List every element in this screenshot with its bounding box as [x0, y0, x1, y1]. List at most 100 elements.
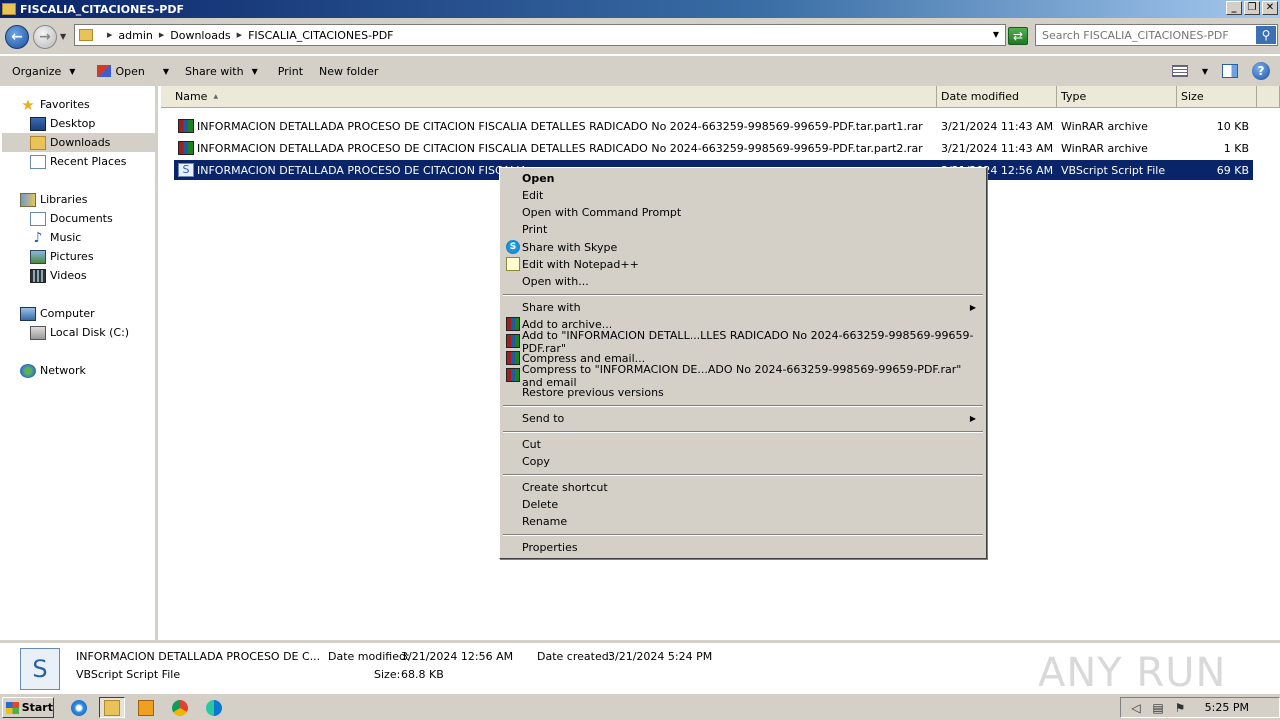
- menu-share-skype[interactable]: S Share with Skype: [502, 239, 984, 256]
- minimize-button[interactable]: _: [1226, 1, 1242, 15]
- close-button[interactable]: ✕: [1262, 1, 1278, 15]
- winrar-icon: [506, 368, 520, 382]
- menu-share-with[interactable]: Share with ▶: [502, 299, 984, 316]
- taskbar-ie[interactable]: [66, 697, 92, 718]
- pictures-icon: [30, 249, 46, 264]
- chevron-down-icon[interactable]: ▼: [1202, 67, 1208, 76]
- nav-documents[interactable]: Documents: [30, 209, 113, 228]
- clock[interactable]: 5:25 PM: [1205, 701, 1249, 714]
- forward-button[interactable]: →: [33, 25, 57, 49]
- open-button[interactable]: Open ▼: [91, 65, 175, 78]
- back-button[interactable]: ←: [5, 25, 29, 49]
- menu-send-to[interactable]: Send to ▶: [502, 410, 984, 427]
- nav-local-disk[interactable]: Local Disk (C:): [30, 323, 129, 342]
- nav-computer-label: Computer: [40, 307, 95, 320]
- nav-downloads[interactable]: Downloads: [2, 133, 156, 152]
- nav-favorites[interactable]: ★ Favorites: [20, 95, 89, 114]
- winrar-icon: [178, 141, 194, 155]
- taskbar-explorer[interactable]: [99, 697, 125, 718]
- taskbar-media-player[interactable]: [133, 697, 159, 718]
- vbscript-large-icon: S: [20, 648, 60, 690]
- folder-icon: [2, 3, 16, 15]
- menu-edit[interactable]: Edit: [502, 187, 984, 204]
- taskbar-chrome[interactable]: [167, 697, 193, 718]
- details-filetype: VBScript Script File: [76, 668, 181, 681]
- help-icon[interactable]: ?: [1252, 62, 1270, 80]
- file-name: INFORMACION DETALLADA PROCESO DE CITACIO…: [197, 141, 923, 155]
- nav-videos[interactable]: Videos: [30, 266, 87, 285]
- menu-copy[interactable]: Copy: [502, 453, 984, 470]
- menu-compress-to-email[interactable]: Compress to "INFORMACION DE...ADO No 202…: [502, 363, 984, 389]
- menu-properties[interactable]: Properties: [502, 539, 984, 556]
- chevron-down-icon[interactable]: ▼: [993, 30, 999, 39]
- nav-network[interactable]: Network: [20, 361, 86, 380]
- file-size: 69 KB: [1216, 163, 1249, 177]
- file-row[interactable]: INFORMACION DETALLADA PROCESO DE CITACIO…: [174, 138, 1253, 158]
- menu-print[interactable]: Print: [502, 221, 984, 238]
- action-center-flag-icon[interactable]: ⚑: [1173, 701, 1187, 715]
- nav-recent-places-label: Recent Places: [50, 155, 127, 168]
- taskbar-edge[interactable]: [201, 697, 227, 718]
- nav-music[interactable]: ♪ Music: [30, 228, 82, 247]
- recent-places-icon: [30, 154, 46, 169]
- refresh-button[interactable]: ⇄: [1008, 27, 1028, 45]
- menu-edit-npp[interactable]: Edit with Notepad++: [502, 256, 984, 273]
- nav-desktop[interactable]: Desktop: [30, 114, 95, 133]
- menu-restore-versions[interactable]: Restore previous versions: [502, 384, 984, 401]
- column-header-size[interactable]: Size: [1177, 86, 1257, 108]
- network-tray-icon[interactable]: ▤: [1151, 701, 1165, 715]
- nav-recent-places[interactable]: Recent Places: [30, 152, 127, 171]
- column-header-date[interactable]: Date modified: [937, 86, 1057, 108]
- organize-label: Organize: [12, 64, 62, 78]
- menu-open-cmd[interactable]: Open with Command Prompt: [502, 204, 984, 221]
- chevron-right-icon[interactable]: ▶: [237, 31, 242, 39]
- breadcrumb-admin[interactable]: admin: [118, 29, 152, 42]
- search-icon[interactable]: ⚲: [1256, 26, 1276, 44]
- command-bar: Organize ▼ Open ▼ Share with ▼ Print New fo…: [0, 56, 1280, 86]
- maximize-button[interactable]: ❐: [1244, 1, 1260, 15]
- chevron-right-icon[interactable]: ▶: [159, 31, 164, 39]
- print-button[interactable]: Print: [272, 65, 309, 78]
- folder-icon: [79, 29, 93, 41]
- new-folder-button[interactable]: New folder: [313, 65, 384, 78]
- column-header-name[interactable]: Name ▲: [161, 86, 937, 108]
- details-pane: S INFORMACION DETALLADA PROCESO DE C... …: [0, 640, 1280, 696]
- preview-pane-icon[interactable]: [1222, 64, 1238, 78]
- menu-open-with[interactable]: Open with...: [502, 273, 984, 290]
- videos-icon: [30, 268, 46, 283]
- menu-add-to-rar[interactable]: Add to "INFORMACION DETALL...LLES RADICA…: [502, 329, 984, 355]
- recent-pages-dropdown[interactable]: ▼: [60, 32, 66, 41]
- menu-separator: [503, 431, 983, 433]
- nav-pictures[interactable]: Pictures: [30, 247, 94, 266]
- share-with-button[interactable]: Share with ▼: [179, 65, 264, 78]
- search-box[interactable]: ⚲: [1035, 24, 1278, 46]
- nav-downloads-label: Downloads: [50, 136, 111, 149]
- column-header-type[interactable]: Type: [1057, 86, 1177, 108]
- details-filename: INFORMACION DETALLADA PROCESO DE C...: [76, 650, 321, 663]
- nav-computer[interactable]: Computer: [20, 304, 95, 323]
- menu-delete[interactable]: Delete: [502, 496, 984, 513]
- nav-libraries[interactable]: Libraries: [20, 190, 88, 209]
- file-size: 10 KB: [1216, 119, 1249, 133]
- context-menu: Open Edit Open with Command Prompt Print…: [499, 167, 987, 559]
- submenu-arrow-icon: ▶: [969, 303, 976, 312]
- menu-open[interactable]: Open: [502, 170, 984, 187]
- desktop-icon: [30, 116, 46, 131]
- menu-separator: [503, 294, 983, 296]
- organize-button[interactable]: Organize ▼: [6, 65, 81, 78]
- menu-cut[interactable]: Cut: [502, 436, 984, 453]
- breadcrumb-downloads[interactable]: Downloads: [170, 29, 230, 42]
- menu-create-shortcut[interactable]: Create shortcut: [502, 479, 984, 496]
- breadcrumb-current-folder[interactable]: FISCALIA_CITACIONES-PDF: [248, 29, 393, 42]
- open-label: Open: [115, 64, 145, 78]
- menu-rename[interactable]: Rename: [502, 513, 984, 530]
- address-bar[interactable]: ▶ admin ▶ Downloads ▶ FISCALIA_CITACIONE…: [74, 24, 1006, 46]
- file-row[interactable]: INFORMACION DETALLADA PROCESO DE CITACIO…: [174, 116, 1253, 136]
- file-date: 3/21/2024 11:43 AM: [941, 119, 1054, 133]
- change-view-icon[interactable]: [1171, 65, 1188, 77]
- chevron-right-icon[interactable]: ▶: [107, 31, 112, 39]
- computer-icon: [20, 306, 36, 321]
- volume-icon[interactable]: ◁: [1129, 701, 1143, 715]
- start-button[interactable]: Start: [2, 697, 54, 718]
- search-input[interactable]: [1042, 28, 1247, 42]
